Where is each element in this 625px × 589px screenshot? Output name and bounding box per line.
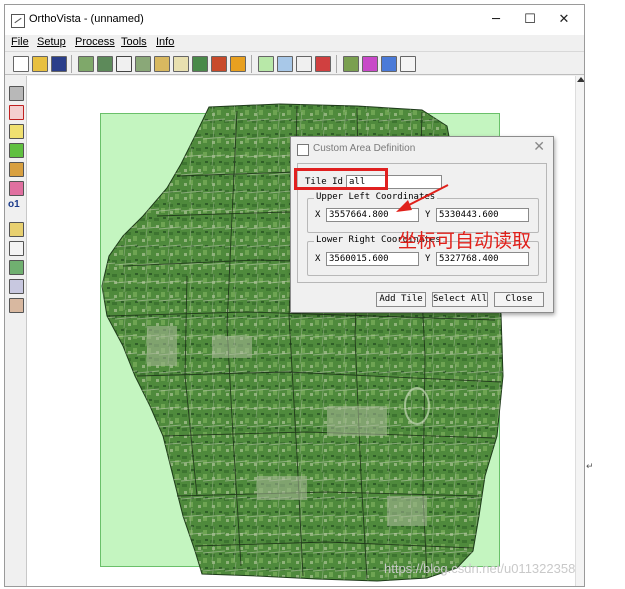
annotation-text: 坐标可自动读取 xyxy=(398,230,532,252)
return-mark-icon: ↵ xyxy=(586,462,594,472)
watermark: https://blog.csdn.net/u011322358 xyxy=(384,561,576,576)
annotation-arrow-icon xyxy=(396,184,449,212)
